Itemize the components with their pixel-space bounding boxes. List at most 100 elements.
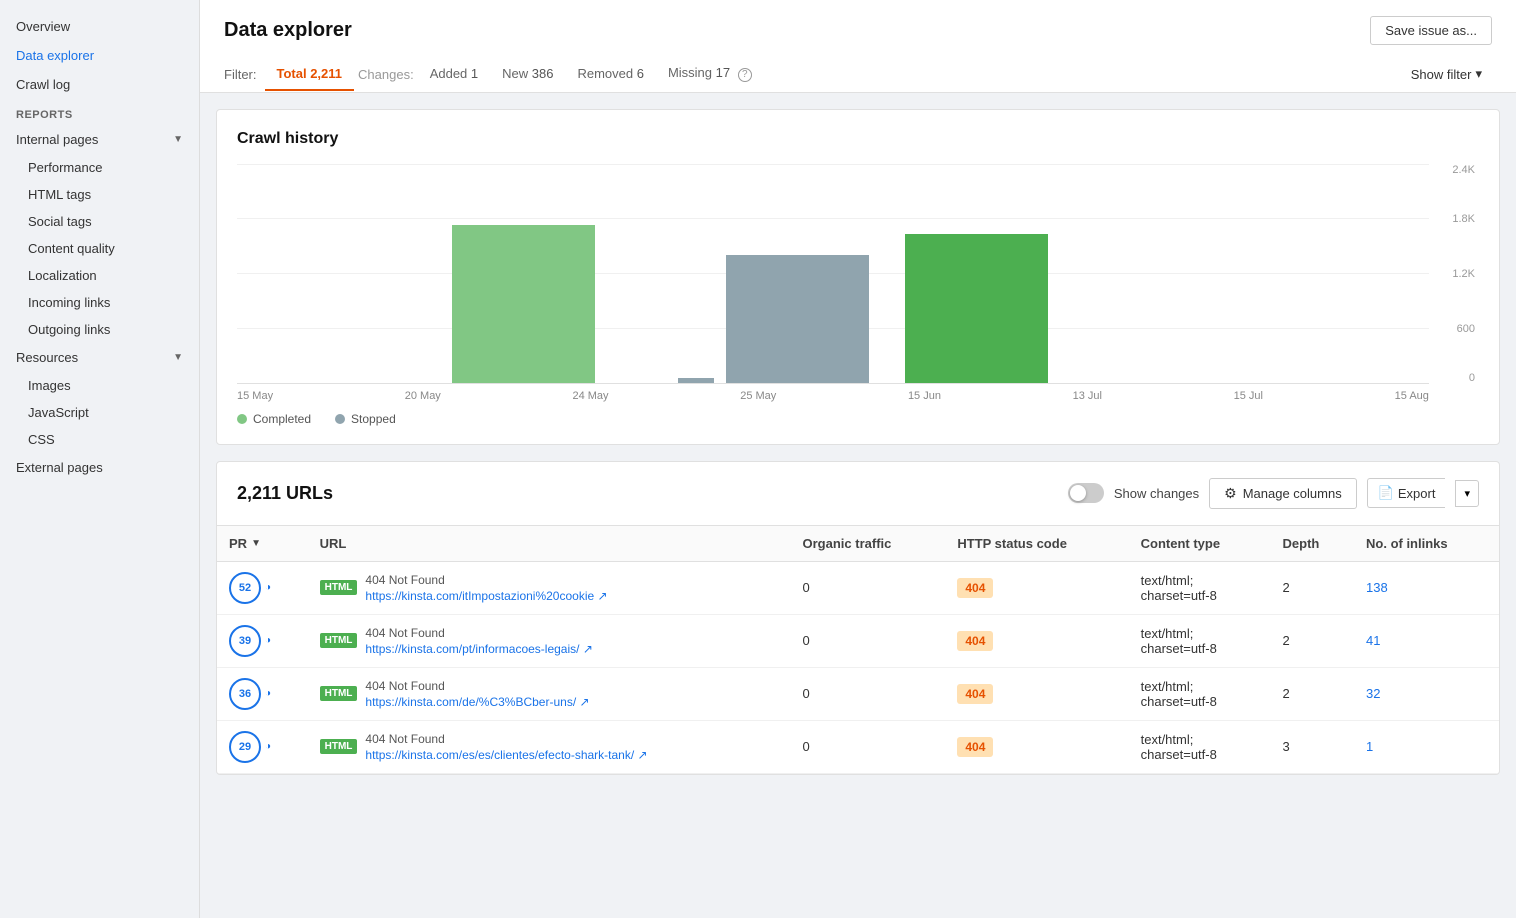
legend-stopped-label: Stopped [351, 412, 396, 426]
url-info: 404 Not Found https://kinsta.com/pt/info… [365, 626, 592, 656]
td-url: HTML 404 Not Found https://kinsta.com/it… [308, 561, 791, 614]
pr-circle: 29 [229, 731, 261, 763]
td-content-type: text/html; charset=utf-8 [1129, 720, 1271, 773]
table-row: 29◑ HTML 404 Not Found https://kinsta.co… [217, 720, 1499, 773]
inlinks-link[interactable]: 138 [1366, 580, 1388, 595]
th-pr[interactable]: PR ▼ [217, 525, 308, 561]
status-badge: 404 [957, 684, 993, 704]
status-badge: 404 [957, 578, 993, 598]
td-organic-traffic: 0 [791, 561, 946, 614]
filter-tab-removed[interactable]: Removed 6 [565, 58, 655, 91]
td-depth: 2 [1271, 561, 1354, 614]
filter-tab-new-label: New [502, 66, 532, 81]
td-http-status: 404 [945, 614, 1128, 667]
td-depth: 2 [1271, 667, 1354, 720]
sidebar-item-images[interactable]: Images [0, 372, 199, 399]
page-title: Data explorer [224, 19, 352, 42]
url-link[interactable]: https://kinsta.com/pt/informacoes-legais… [365, 642, 592, 656]
url-info: 404 Not Found https://kinsta.com/es/es/c… [365, 732, 647, 762]
chart-bar-24may [678, 378, 714, 382]
sidebar-item-overview[interactable]: Overview [0, 12, 199, 41]
filter-tab-total[interactable]: Total 2,211 [265, 58, 355, 91]
th-url: URL [308, 525, 791, 561]
legend-completed: Completed [237, 412, 311, 426]
show-changes-toggle[interactable] [1068, 483, 1104, 503]
td-inlinks[interactable]: 32 [1354, 667, 1499, 720]
sidebar-group-resources-label: Resources [16, 350, 78, 365]
url-cell: HTML 404 Not Found https://kinsta.com/it… [320, 573, 779, 603]
url-status: 404 Not Found [365, 679, 589, 693]
urls-actions: Show changes ⚙ Manage columns 📄 Export ▾ [1068, 478, 1479, 509]
sidebar-item-content-quality[interactable]: Content quality [0, 235, 199, 262]
filter-tab-missing[interactable]: Missing 17 ? [656, 57, 764, 92]
pr-sort-arrow-icon: ▼ [251, 538, 261, 549]
chart-x-label-13jul: 13 Jul [1073, 390, 1102, 402]
filter-tab-new[interactable]: New 386 [490, 58, 565, 91]
td-inlinks[interactable]: 1 [1354, 720, 1499, 773]
td-inlinks[interactable]: 41 [1354, 614, 1499, 667]
show-changes-label: Show changes [1114, 486, 1199, 501]
url-link[interactable]: https://kinsta.com/de/%C3%BCber-uns/ ↗ [365, 695, 589, 709]
sidebar-item-outgoing-links[interactable]: Outgoing links [0, 316, 199, 343]
show-filter-button[interactable]: Show filter ▾ [1401, 60, 1492, 88]
table-row: 39◑ HTML 404 Not Found https://kinsta.co… [217, 614, 1499, 667]
chart-x-label-24may: 24 May [572, 390, 608, 402]
sidebar-item-html-tags[interactable]: HTML tags [0, 181, 199, 208]
sidebar-item-crawl-log[interactable]: Crawl log [0, 70, 199, 99]
sidebar-item-css[interactable]: CSS [0, 426, 199, 453]
table-row: 36 ◑ HTML 404 Not Found https://kinsta.co… [217, 667, 1499, 720]
sidebar-group-resources[interactable]: Resources ▼ [0, 343, 199, 372]
inlinks-link[interactable]: 1 [1366, 739, 1373, 754]
pr-pie-icon: ◑ [265, 688, 271, 699]
show-filter-chevron-icon: ▾ [1475, 66, 1482, 82]
export-dropdown-button[interactable]: ▾ [1455, 480, 1479, 507]
th-depth: Depth [1271, 525, 1354, 561]
filter-tab-added[interactable]: Added 1 [418, 58, 490, 91]
td-inlinks[interactable]: 138 [1354, 561, 1499, 614]
url-link[interactable]: https://kinsta.com/es/es/clientes/efecto… [365, 748, 647, 762]
legend-stopped: Stopped [335, 412, 396, 426]
manage-columns-button[interactable]: ⚙ Manage columns [1209, 478, 1357, 509]
url-status: 404 Not Found [365, 732, 647, 746]
filter-tab-new-count: 386 [532, 66, 554, 81]
td-content-type: text/html; charset=utf-8 [1129, 561, 1271, 614]
sidebar-group-internal-pages[interactable]: Internal pages ▼ [0, 125, 199, 154]
th-inlinks: No. of inlinks [1354, 525, 1499, 561]
sidebar-item-data-explorer[interactable]: Data explorer [0, 41, 199, 70]
th-organic-traffic: Organic traffic [791, 525, 946, 561]
td-http-status: 404 [945, 561, 1128, 614]
inlinks-link[interactable]: 32 [1366, 686, 1380, 701]
url-link[interactable]: https://kinsta.com/itImpostazioni%20cook… [365, 589, 607, 603]
sidebar-item-javascript[interactable]: JavaScript [0, 399, 199, 426]
status-badge: 404 [957, 737, 993, 757]
filter-label: Filter: [224, 67, 257, 82]
sidebar-item-incoming-links[interactable]: Incoming links [0, 289, 199, 316]
resources-arrow-icon: ▼ [173, 352, 183, 363]
sidebar: Overview Data explorer Crawl log REPORTS… [0, 0, 200, 918]
header-top: Data explorer Save issue as... [224, 16, 1492, 45]
sidebar-item-social-tags[interactable]: Social tags [0, 208, 199, 235]
inlinks-link[interactable]: 41 [1366, 633, 1380, 648]
save-issue-button[interactable]: Save issue as... [1370, 16, 1492, 45]
data-table: PR ▼ URL Organic traffic HTTP status cod… [217, 525, 1499, 774]
chart-x-label-15aug: 15 Aug [1395, 390, 1429, 402]
url-cell: HTML 404 Not Found https://kinsta.com/de… [320, 679, 779, 709]
pr-circle: 52 [229, 572, 261, 604]
chart-bar-15jun [905, 234, 1048, 383]
filter-tab-added-label: Added [430, 66, 471, 81]
filter-tab-added-count: 1 [471, 66, 478, 81]
td-url: HTML 404 Not Found https://kinsta.com/de… [308, 667, 791, 720]
url-cell: HTML 404 Not Found https://kinsta.com/pt… [320, 626, 779, 656]
table-body: 52 ◑ HTML 404 Not Found https://kinsta.co… [217, 561, 1499, 773]
sidebar-item-localization[interactable]: Localization [0, 262, 199, 289]
sidebar-item-performance[interactable]: Performance [0, 154, 199, 181]
table-row: 52◑ HTML 404 Not Found https://kinsta.co… [217, 561, 1499, 614]
pr-circle: 36 [229, 678, 261, 710]
td-depth: 3 [1271, 720, 1354, 773]
sidebar-item-external-pages[interactable]: External pages [0, 453, 199, 482]
export-button[interactable]: 📄 Export [1367, 478, 1446, 508]
internal-pages-arrow-icon: ▼ [173, 134, 183, 145]
html-badge: HTML [320, 739, 358, 754]
td-http-status: 404 [945, 720, 1128, 773]
html-badge: HTML [320, 633, 358, 648]
